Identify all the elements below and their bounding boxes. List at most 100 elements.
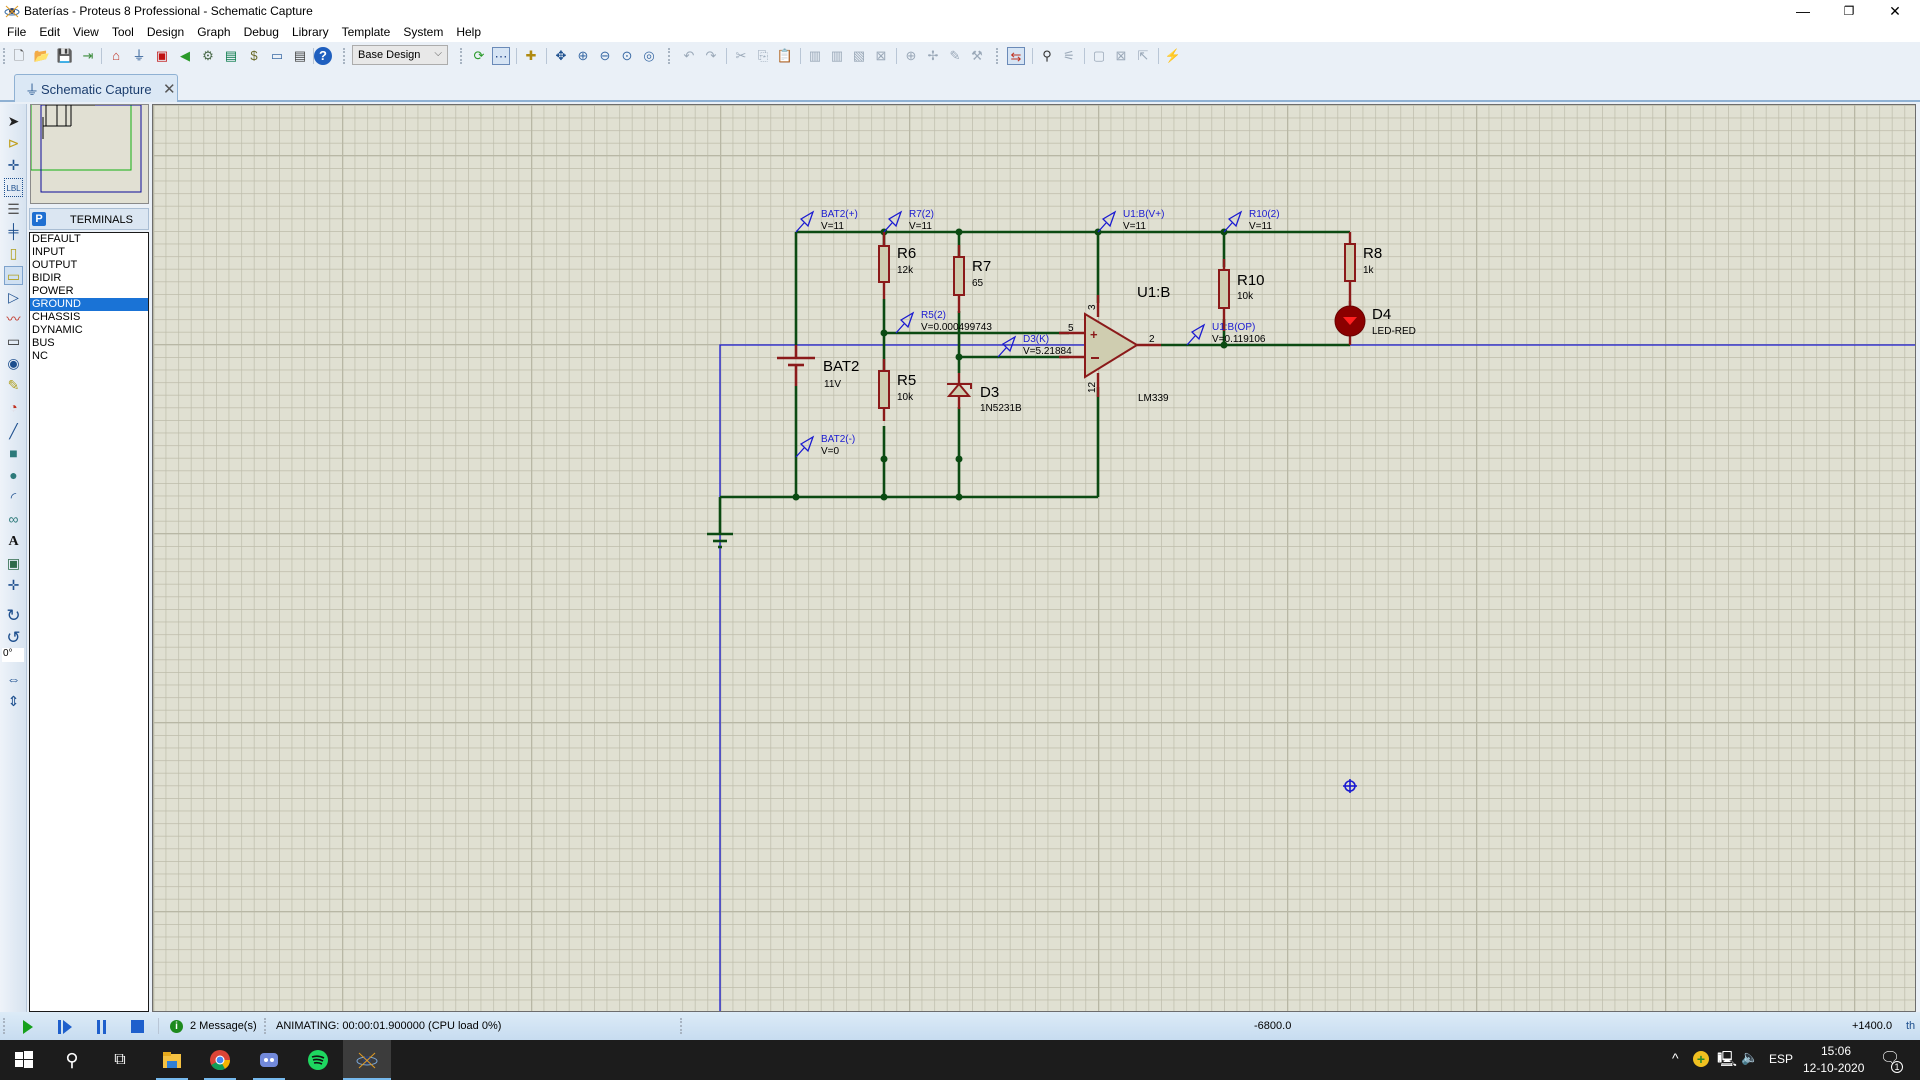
- wire-label-icon[interactable]: LBL: [4, 178, 23, 197]
- design-variant-select[interactable]: Base Design ⌵: [352, 45, 448, 65]
- marker-tool-icon[interactable]: ✛: [4, 576, 23, 595]
- vsm-studio-icon[interactable]: ▤: [222, 47, 240, 65]
- info-icon[interactable]: i: [170, 1020, 183, 1033]
- menu-system[interactable]: System: [396, 22, 449, 39]
- toolbar-grip[interactable]: [460, 48, 462, 64]
- remove-sheet-icon[interactable]: ⊠: [1112, 47, 1130, 65]
- import-icon[interactable]: ⇥: [79, 47, 97, 65]
- pick-device-icon[interactable]: ⊕: [902, 47, 920, 65]
- taskbar-discord[interactable]: [245, 1040, 293, 1080]
- wire-autorouter-icon[interactable]: ⇆: [1007, 47, 1025, 65]
- zoom-all-icon[interactable]: ⊙: [618, 47, 636, 65]
- arc-tool-icon[interactable]: ◜: [4, 488, 23, 507]
- selection-mode-icon[interactable]: ➤: [4, 112, 23, 131]
- schematic-canvas[interactable]: BAT2 11V R6 12k R7 65 R5 10k D3 1N5231B …: [152, 104, 1916, 1012]
- list-item[interactable]: OUTPUT: [30, 259, 148, 272]
- line-tool-icon[interactable]: ╱: [4, 422, 23, 441]
- zoom-out-icon[interactable]: ⊖: [596, 47, 614, 65]
- clock-date[interactable]: 12-10-2020: [1803, 1061, 1864, 1075]
- undo-icon[interactable]: ↶: [680, 47, 698, 65]
- circle-tool-icon[interactable]: ●: [4, 466, 23, 485]
- menu-view[interactable]: View: [66, 22, 105, 39]
- network-icon[interactable]: 🖳: [1717, 1049, 1737, 1074]
- design-notes-icon[interactable]: ▭: [268, 47, 286, 65]
- gerber-icon[interactable]: ⚙: [199, 47, 217, 65]
- path-tool-icon[interactable]: ∞: [4, 510, 23, 529]
- rotate-clockwise-icon[interactable]: ↻: [4, 606, 23, 625]
- list-item[interactable]: CHASSIS: [30, 311, 148, 324]
- volume-icon[interactable]: 🔈: [1741, 1049, 1758, 1066]
- list-item[interactable]: POWER: [30, 285, 148, 298]
- language-indicator[interactable]: ESP: [1769, 1052, 1793, 1066]
- graph-mode-icon[interactable]: 〰: [4, 310, 23, 329]
- netlist-icon[interactable]: ⚡: [1164, 47, 1182, 65]
- task-view-button[interactable]: ⧉: [96, 1040, 144, 1080]
- close-button[interactable]: ✕: [1872, 0, 1918, 22]
- block-move-icon[interactable]: ▥: [828, 47, 846, 65]
- property-tool-icon[interactable]: ⚟: [1060, 47, 1078, 65]
- subcircuit-icon[interactable]: ▯: [4, 244, 23, 263]
- probe-mode-icon[interactable]: ✎: [4, 376, 23, 395]
- report-icon[interactable]: ▤: [291, 47, 309, 65]
- bom-icon[interactable]: $: [245, 47, 263, 65]
- list-item[interactable]: DYNAMIC: [30, 324, 148, 337]
- bus-icon[interactable]: ╪: [4, 222, 23, 241]
- mirror-vertical-icon[interactable]: ⇕: [4, 692, 23, 711]
- list-item[interactable]: DEFAULT: [30, 233, 148, 246]
- virtual-instruments-icon[interactable]: ◔: [4, 398, 23, 417]
- stop-button[interactable]: [131, 1020, 145, 1034]
- schematic-drawing[interactable]: BAT2 11V R6 12k R7 65 R5 10k D3 1N5231B …: [153, 105, 1916, 1012]
- taskbar-chrome[interactable]: [196, 1040, 244, 1080]
- taskbar-spotify[interactable]: [294, 1040, 342, 1080]
- pan-icon[interactable]: ✥: [552, 47, 570, 65]
- taskbar-file-explorer[interactable]: [148, 1040, 196, 1080]
- save-icon[interactable]: 💾: [56, 47, 74, 65]
- list-item[interactable]: NC: [30, 350, 148, 363]
- home-icon[interactable]: ⌂: [107, 47, 125, 65]
- 3d-icon[interactable]: ◀: [176, 47, 194, 65]
- redo-icon[interactable]: ↷: [702, 47, 720, 65]
- refresh-icon[interactable]: ⟳: [470, 47, 488, 65]
- rotation-angle-field[interactable]: 0°: [2, 648, 24, 662]
- device-pins-icon[interactable]: ▷: [4, 288, 23, 307]
- pick-devices-button[interactable]: P: [32, 212, 46, 226]
- block-rotate-icon[interactable]: ▧: [850, 47, 868, 65]
- open-icon[interactable]: 📂: [33, 47, 51, 65]
- symbol-tool-icon[interactable]: ▣: [4, 554, 23, 573]
- start-button[interactable]: [0, 1040, 48, 1080]
- block-delete-icon[interactable]: ⊠: [872, 47, 890, 65]
- zoom-area-icon[interactable]: ◎: [640, 47, 658, 65]
- list-item[interactable]: INPUT: [30, 246, 148, 259]
- pause-button[interactable]: [97, 1020, 107, 1034]
- origin-icon[interactable]: ✚: [522, 47, 540, 65]
- packaging-icon[interactable]: ✎: [946, 47, 964, 65]
- list-item[interactable]: BUS: [30, 337, 148, 350]
- tray-app-icon[interactable]: +: [1693, 1051, 1709, 1067]
- exit-to-parent-icon[interactable]: ⇱: [1134, 47, 1152, 65]
- show-hidden-icons-chevron[interactable]: ^: [1672, 1050, 1679, 1066]
- mirror-horizontal-icon[interactable]: ⇔: [4, 670, 23, 689]
- units-indicator[interactable]: th: [1906, 1020, 1915, 1032]
- help-icon[interactable]: ?: [314, 47, 332, 65]
- menu-design[interactable]: Design: [140, 22, 190, 39]
- zoom-in-icon[interactable]: ⊕: [574, 47, 592, 65]
- list-item[interactable]: BIDIR: [30, 272, 148, 285]
- generator-mode-icon[interactable]: ◉: [4, 354, 23, 373]
- play-button[interactable]: [22, 1020, 34, 1034]
- cut-icon[interactable]: ✂: [732, 47, 750, 65]
- box-tool-icon[interactable]: ■: [4, 444, 23, 463]
- block-copy-icon[interactable]: ▥: [806, 47, 824, 65]
- decompose-icon[interactable]: ⚒: [968, 47, 986, 65]
- text-script-icon[interactable]: ☰: [4, 200, 23, 219]
- menu-graph[interactable]: Graph: [190, 22, 236, 39]
- clock-time[interactable]: 15:06: [1821, 1044, 1851, 1058]
- tab-schematic-capture[interactable]: ⏚ Schematic Capture ✕: [14, 74, 178, 102]
- search-button[interactable]: ⚲: [48, 1040, 96, 1080]
- step-button[interactable]: [58, 1020, 72, 1034]
- text-tool-icon[interactable]: A: [4, 532, 23, 551]
- copy-icon[interactable]: ⎘: [754, 47, 772, 65]
- component-mode-icon[interactable]: ⊳: [4, 134, 23, 153]
- menu-debug[interactable]: Debug: [237, 22, 285, 39]
- menu-edit[interactable]: Edit: [32, 22, 66, 39]
- make-device-icon[interactable]: ✢: [924, 47, 942, 65]
